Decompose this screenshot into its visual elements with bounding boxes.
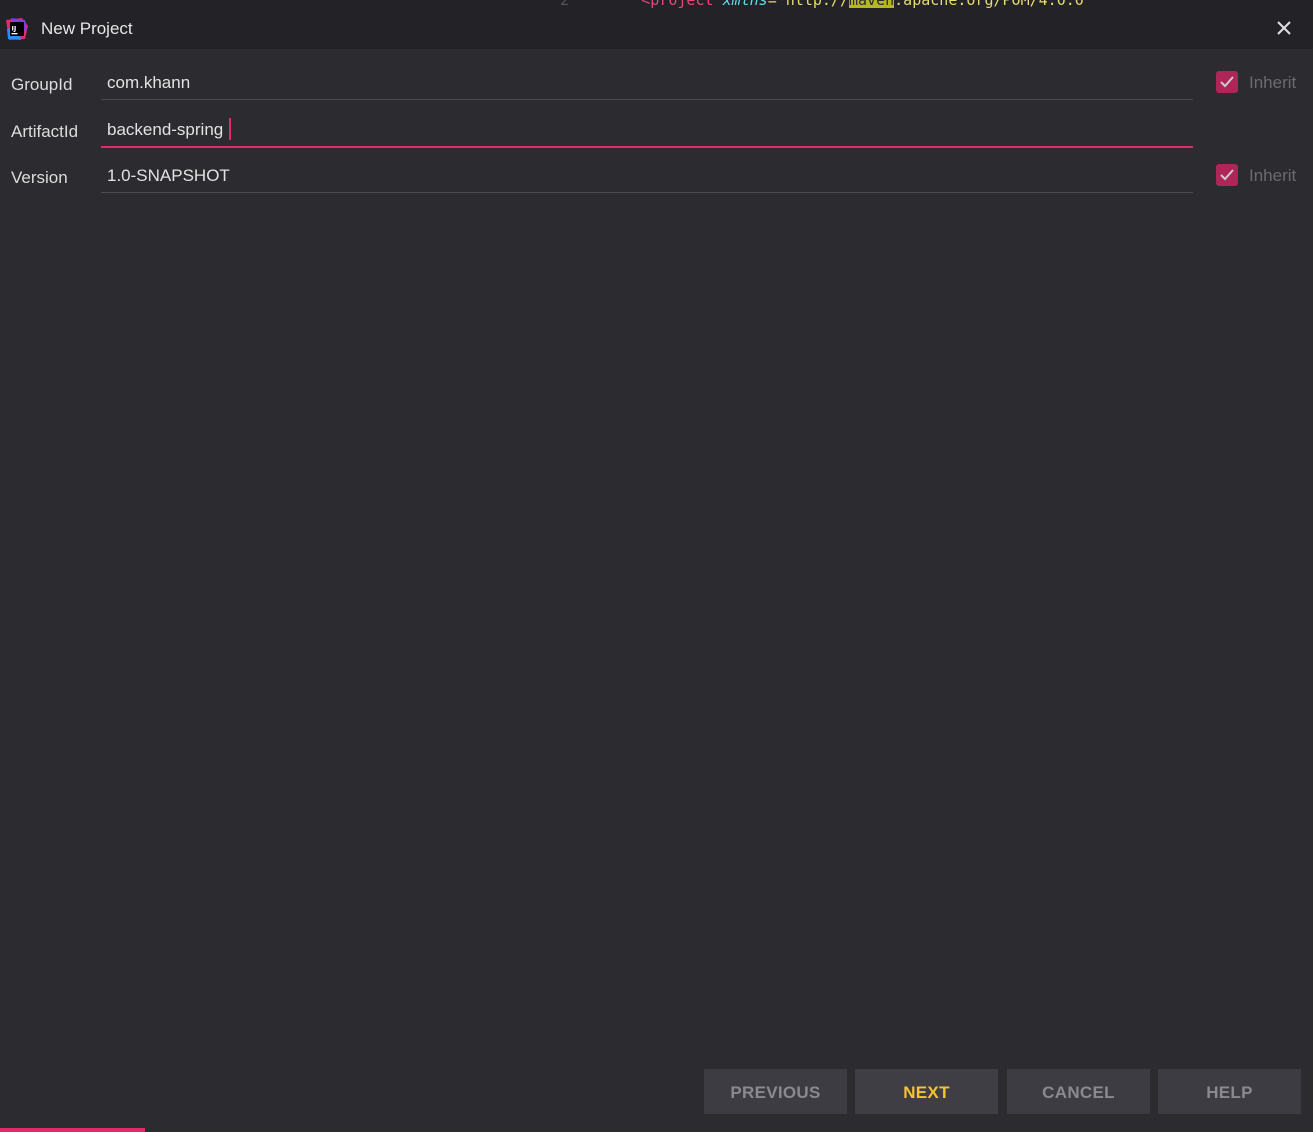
group-id-inherit-label: Inherit [1249, 73, 1297, 92]
window-title: New Project [41, 19, 133, 38]
version-inherit-checkbox[interactable] [1216, 164, 1238, 186]
artifact-id-row: ArtifactId [0, 108, 1313, 154]
version-row: Version Inherit [0, 154, 1313, 200]
version-label: Version [11, 168, 68, 187]
close-icon[interactable] [1273, 17, 1295, 39]
intellij-idea-icon: IJ [5, 17, 29, 41]
cancel-button[interactable]: CANCEL [1007, 1069, 1150, 1114]
version-inherit-label: Inherit [1249, 166, 1297, 185]
checkmark-icon [1220, 76, 1234, 88]
group-id-inherit-checkbox[interactable] [1216, 71, 1238, 93]
background-editor-strip: 2 <project xmlns="http://maven.apache.or… [0, 0, 1313, 8]
artifact-id-label: ArtifactId [11, 122, 79, 141]
version-field-container [101, 154, 1193, 193]
text-caret [229, 118, 231, 140]
group-id-input[interactable] [107, 73, 1187, 93]
background-code-line: 2 <project xmlns="http://maven.apache.or… [560, 0, 1084, 8]
next-button[interactable]: NEXT [855, 1069, 998, 1114]
version-input[interactable] [107, 166, 1187, 186]
checkmark-icon [1220, 169, 1234, 181]
group-id-row: GroupId Inherit [0, 61, 1313, 107]
artifact-id-field-container [101, 108, 1193, 148]
progress-indicator [0, 1128, 145, 1132]
title-bar: IJ New Project [0, 8, 1313, 49]
previous-button[interactable]: PREVIOUS [704, 1069, 847, 1114]
artifact-id-input[interactable] [107, 120, 1187, 140]
help-button[interactable]: HELP [1158, 1069, 1301, 1114]
group-id-label: GroupId [11, 75, 73, 94]
group-id-field-container [101, 61, 1193, 100]
svg-text:IJ: IJ [12, 25, 17, 33]
